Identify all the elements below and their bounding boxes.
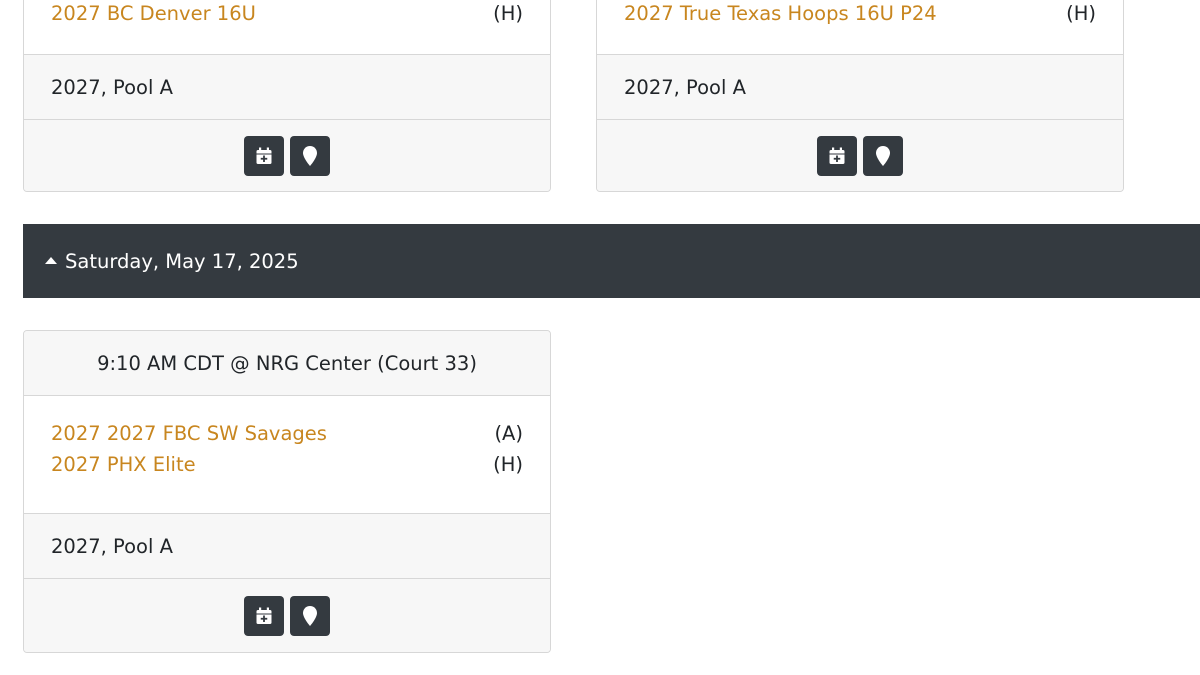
game-time-location: 9:10 AM CDT @ NRG Center (Court 33) <box>24 331 550 396</box>
team-link[interactable]: 2027 BC Denver 16U <box>51 0 256 29</box>
location-button[interactable] <box>290 136 330 176</box>
team-row: 2027 BC Denver 16U (H) <box>51 0 523 29</box>
teams-section: 2027 BC Denver 16U (H) <box>24 0 550 55</box>
pool-label: 2027, Pool A <box>597 55 1123 120</box>
game-card-3: 9:10 AM CDT @ NRG Center (Court 33) 2027… <box>23 330 551 653</box>
home-away-indicator: (A) <box>494 422 523 445</box>
pool-label: 2027, Pool A <box>24 55 550 120</box>
calendar-plus-icon <box>256 607 272 624</box>
map-marker-icon <box>303 606 317 626</box>
add-to-calendar-button[interactable] <box>244 136 284 176</box>
add-to-calendar-button[interactable] <box>817 136 857 176</box>
map-marker-icon <box>876 146 890 166</box>
day-label: Saturday, May 17, 2025 <box>65 249 299 273</box>
location-button[interactable] <box>863 136 903 176</box>
teams-section: 2027 2027 FBC SW Savages (A) 2027 PHX El… <box>24 396 550 514</box>
team-row: 2027 PHX Elite (H) <box>51 449 523 480</box>
calendar-plus-icon <box>829 147 845 164</box>
team-link[interactable]: 2027 PHX Elite <box>51 449 196 480</box>
team-row: 2027 2027 FBC SW Savages (A) <box>51 418 523 449</box>
teams-section: 2027 True Texas Hoops 16U P24 (H) <box>597 0 1123 55</box>
home-away-indicator: (H) <box>493 2 523 25</box>
home-away-indicator: (H) <box>493 453 523 476</box>
team-link[interactable]: 2027 2027 FBC SW Savages <box>51 418 327 449</box>
add-to-calendar-button[interactable] <box>244 596 284 636</box>
calendar-plus-icon <box>256 147 272 164</box>
day-header-toggle[interactable]: Saturday, May 17, 2025 <box>23 224 1200 298</box>
game-card-1: 2027 BC Denver 16U (H) 2027, Pool A <box>23 0 551 192</box>
team-link[interactable]: 2027 True Texas Hoops 16U P24 <box>624 0 937 29</box>
home-away-indicator: (H) <box>1066 2 1096 25</box>
map-marker-icon <box>303 146 317 166</box>
caret-up-icon <box>45 256 57 264</box>
card-actions <box>24 579 550 652</box>
card-actions <box>24 120 550 191</box>
card-actions <box>597 120 1123 191</box>
game-card-2: 2027 True Texas Hoops 16U P24 (H) 2027, … <box>596 0 1124 192</box>
team-row: 2027 True Texas Hoops 16U P24 (H) <box>624 0 1096 29</box>
pool-label: 2027, Pool A <box>24 514 550 579</box>
location-button[interactable] <box>290 596 330 636</box>
